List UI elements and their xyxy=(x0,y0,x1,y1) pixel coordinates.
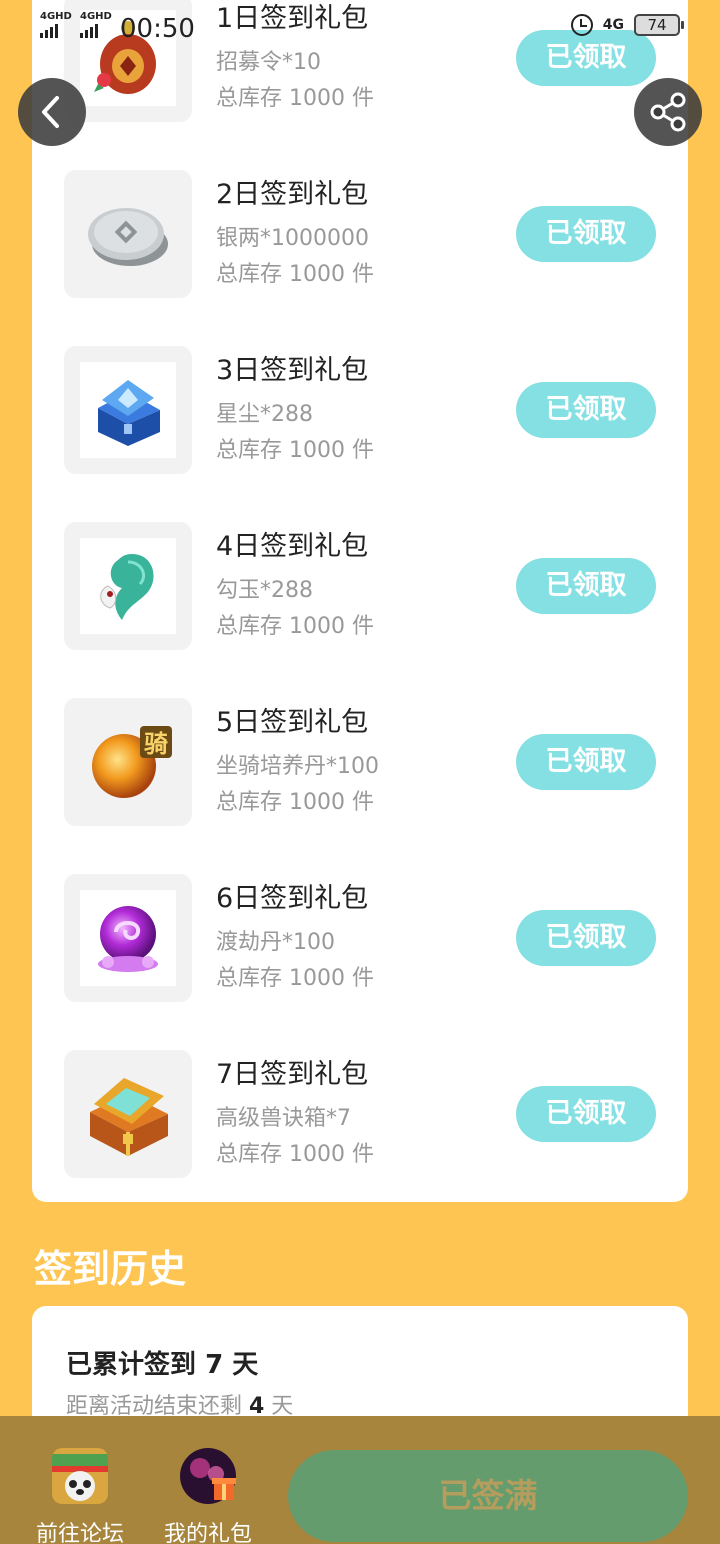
gift-stock: 总库存 1000 件 xyxy=(216,614,374,639)
mount-badge: 骑 xyxy=(144,730,168,758)
total-days-value: 7 xyxy=(205,1350,224,1380)
gift-title: 2日签到礼包 xyxy=(216,179,369,210)
gift-title: 3日签到礼包 xyxy=(216,355,369,386)
gift-row-day2: 2日签到礼包 银两*1000000 总库存 1000 件 已领取 xyxy=(32,170,688,346)
share-button[interactable] xyxy=(634,78,702,146)
claimed-button[interactable]: 已领取 xyxy=(516,1086,656,1142)
gift-stock: 总库存 1000 件 xyxy=(216,262,374,287)
bottom-bar: 前往论坛 我的礼包 已签满 xyxy=(0,1416,720,1544)
gold-chest-icon xyxy=(90,1078,168,1156)
forum-label: 前往论坛 xyxy=(35,1522,124,1544)
gift-row-day3: 3日签到礼包 星尘*288 总库存 1000 件 已领取 xyxy=(32,346,688,522)
gift-row-day5: 骑 5日签到礼包 坐骑培养丹*100 总库存 1000 件 已领取 xyxy=(32,698,688,874)
share-icon xyxy=(650,92,686,132)
mount-pill-icon: 骑 xyxy=(92,726,172,798)
gift-item: 坐骑培养丹*100 xyxy=(216,754,379,779)
claimed-button[interactable]: 已领取 xyxy=(516,382,656,438)
gift-thumb xyxy=(64,874,192,1002)
signin-full-button[interactable]: 已签满 xyxy=(288,1450,688,1542)
claimed-button[interactable]: 已领取 xyxy=(516,734,656,790)
gift-stock: 总库存 1000 件 xyxy=(216,966,374,991)
history-title: 签到历史 xyxy=(34,1247,187,1291)
chevron-left-icon xyxy=(42,96,59,128)
claimed-button[interactable]: 已领取 xyxy=(516,206,656,262)
gift-thumb xyxy=(64,522,192,650)
gift-item: 高级兽诀箱*7 xyxy=(216,1106,351,1131)
gift-title: 5日签到礼包 xyxy=(216,707,369,738)
gift-row-day4: 4日签到礼包 勾玉*288 总库存 1000 件 已领取 xyxy=(32,522,688,698)
total-signin-days: 已累计签到 7 天 xyxy=(66,1344,258,1381)
my-gifts-label: 我的礼包 xyxy=(163,1522,252,1544)
gift-title: 4日签到礼包 xyxy=(216,531,369,562)
gift-stock: 总库存 1000 件 xyxy=(216,86,374,111)
gift-thumb xyxy=(64,170,192,298)
gift-list-card: 1日签到礼包 招募令*10 总库存 1000 件 已领取 2日签到礼包 银两*1… xyxy=(32,0,688,1202)
gift-item: 星尘*288 xyxy=(216,402,313,427)
purple-orb-icon xyxy=(98,906,158,972)
gift-row-day6: 6日签到礼包 渡劫丹*100 总库存 1000 件 已领取 xyxy=(32,874,688,1050)
my-gifts-icon xyxy=(180,1448,236,1504)
gift-stock: 总库存 1000 件 xyxy=(216,790,374,815)
gift-item: 勾玉*288 xyxy=(216,578,313,603)
total-prefix: 已累计签到 xyxy=(66,1350,206,1380)
gift-row-day7: 7日签到礼包 高级兽诀箱*7 总库存 1000 件 已领取 xyxy=(32,1050,688,1226)
claimed-button[interactable]: 已领取 xyxy=(516,558,656,614)
blue-chest-icon xyxy=(98,380,160,446)
gift-thumb: 骑 xyxy=(64,698,192,826)
gift-stock: 总库存 1000 件 xyxy=(216,438,374,463)
gift-title: 6日签到礼包 xyxy=(216,883,369,914)
forum-avatar-icon xyxy=(52,1448,108,1504)
gift-stock: 总库存 1000 件 xyxy=(216,1142,374,1167)
back-button[interactable] xyxy=(18,78,86,146)
gift-title: 7日签到礼包 xyxy=(216,1059,369,1090)
gift-item: 渡劫丹*100 xyxy=(216,930,335,955)
magatama-icon xyxy=(100,554,154,620)
forum-tab[interactable]: 前往论坛 xyxy=(32,1448,128,1544)
gift-thumb xyxy=(64,346,192,474)
claimed-button[interactable]: 已领取 xyxy=(516,910,656,966)
total-suffix: 天 xyxy=(223,1350,259,1380)
my-gifts-tab[interactable]: 我的礼包 xyxy=(160,1448,256,1544)
claimed-button[interactable]: 已领取 xyxy=(516,30,656,86)
token-bag-icon xyxy=(94,21,156,94)
gift-title: 1日签到礼包 xyxy=(216,3,369,34)
silver-coin-icon xyxy=(88,208,168,266)
gift-item: 招募令*10 xyxy=(216,50,321,75)
gift-item: 银两*1000000 xyxy=(216,226,369,251)
gift-thumb xyxy=(64,1050,192,1178)
gift-row-day1: 1日签到礼包 招募令*10 总库存 1000 件 已领取 xyxy=(32,0,688,170)
